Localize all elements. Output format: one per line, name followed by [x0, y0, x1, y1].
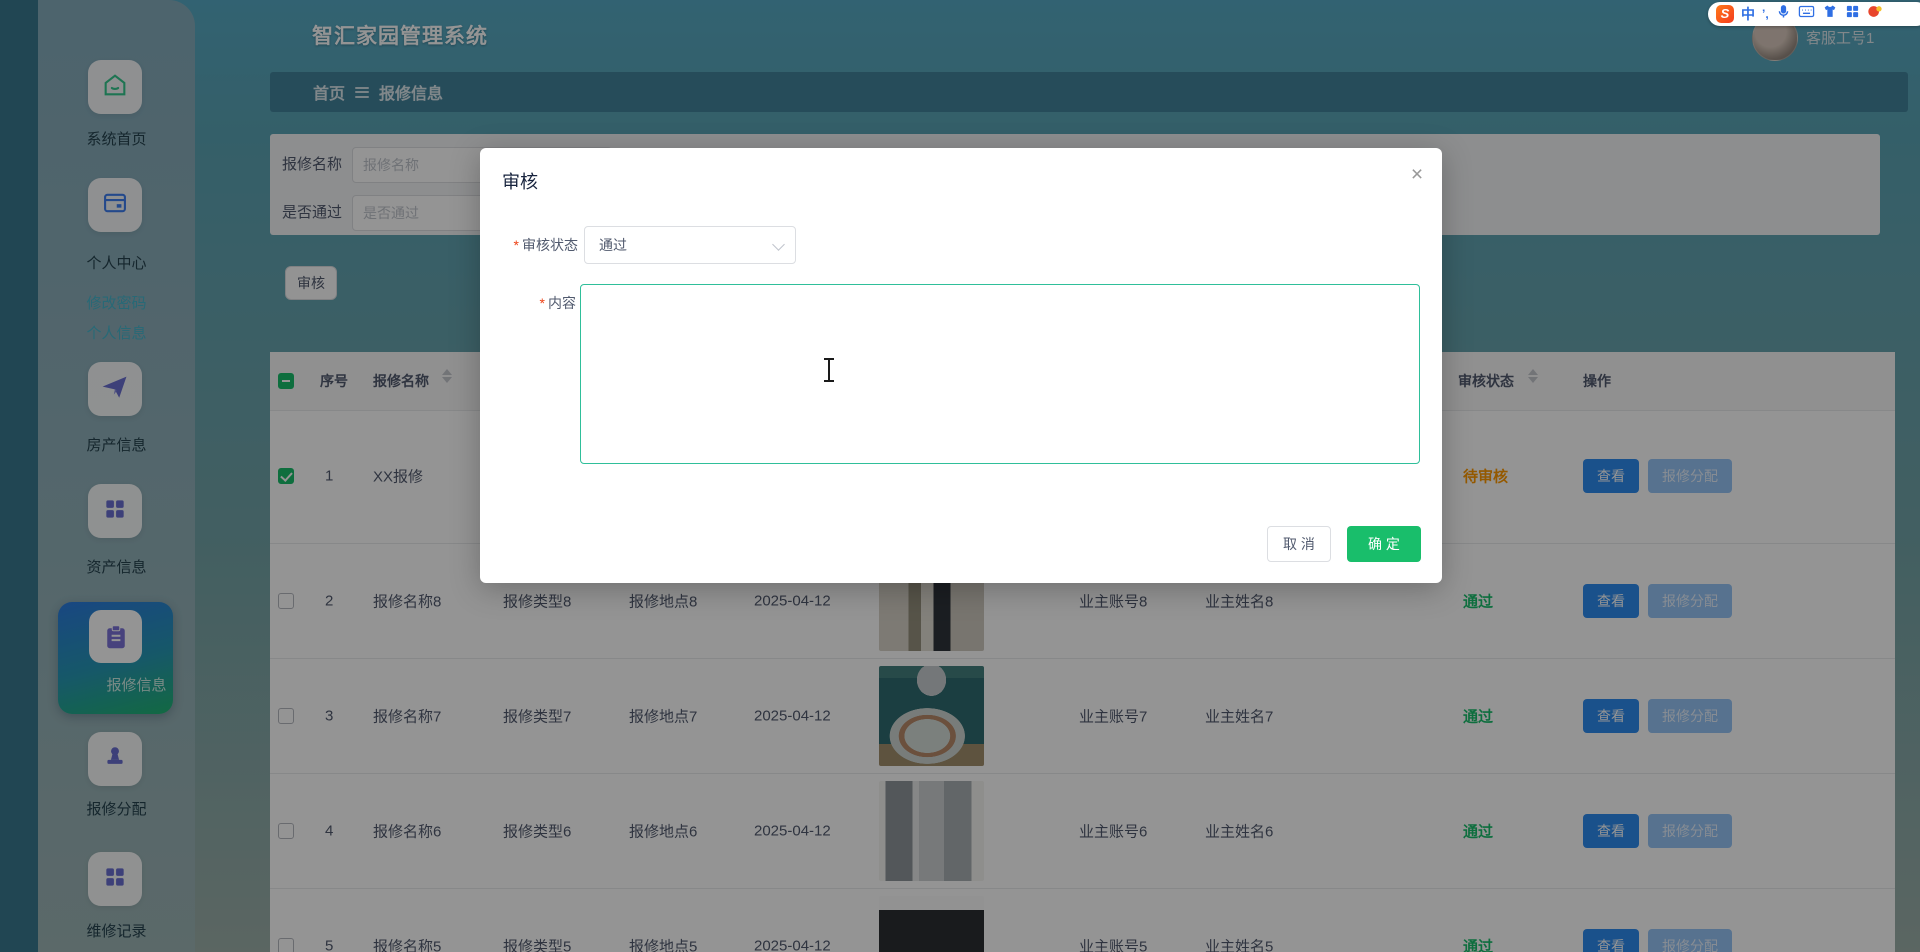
ime-toolbar: S 中 ’, — [1708, 2, 1920, 26]
skin-icon[interactable] — [1822, 4, 1838, 24]
microphone-icon[interactable] — [1776, 4, 1791, 24]
ime-extra-icon[interactable] — [1867, 4, 1883, 24]
ime-language-icon[interactable]: 中 — [1741, 4, 1755, 24]
modal-title: 审核 — [502, 172, 538, 192]
ime-logo-icon[interactable]: S — [1716, 5, 1734, 23]
confirm-button[interactable]: 确 定 — [1347, 526, 1421, 562]
audit-status-select[interactable]: 通过 — [584, 226, 796, 264]
required-mark: * — [513, 237, 519, 253]
audit-status-value: 通过 — [599, 237, 627, 253]
cancel-button[interactable]: 取 消 — [1267, 526, 1331, 562]
chevron-down-icon — [772, 238, 785, 251]
close-icon[interactable]: × — [1402, 160, 1432, 190]
content-label: * 内容 — [539, 295, 576, 311]
content-textarea[interactable] — [580, 284, 1420, 464]
ime-punctuation-icon[interactable]: ’, — [1762, 7, 1769, 21]
audit-status-label: * 审核状态 — [513, 237, 578, 253]
toolbox-icon[interactable] — [1845, 4, 1860, 24]
keyboard-icon[interactable] — [1798, 4, 1815, 24]
audit-modal: 审核 × * 审核状态 通过 * 内容 取 消 确 定 — [480, 148, 1442, 583]
required-mark: * — [539, 295, 545, 311]
app-screen: 系统首页 个人中心 修改密码 个人信息 房产信息 资产信息 报修信息 报修分配 … — [0, 0, 1920, 952]
